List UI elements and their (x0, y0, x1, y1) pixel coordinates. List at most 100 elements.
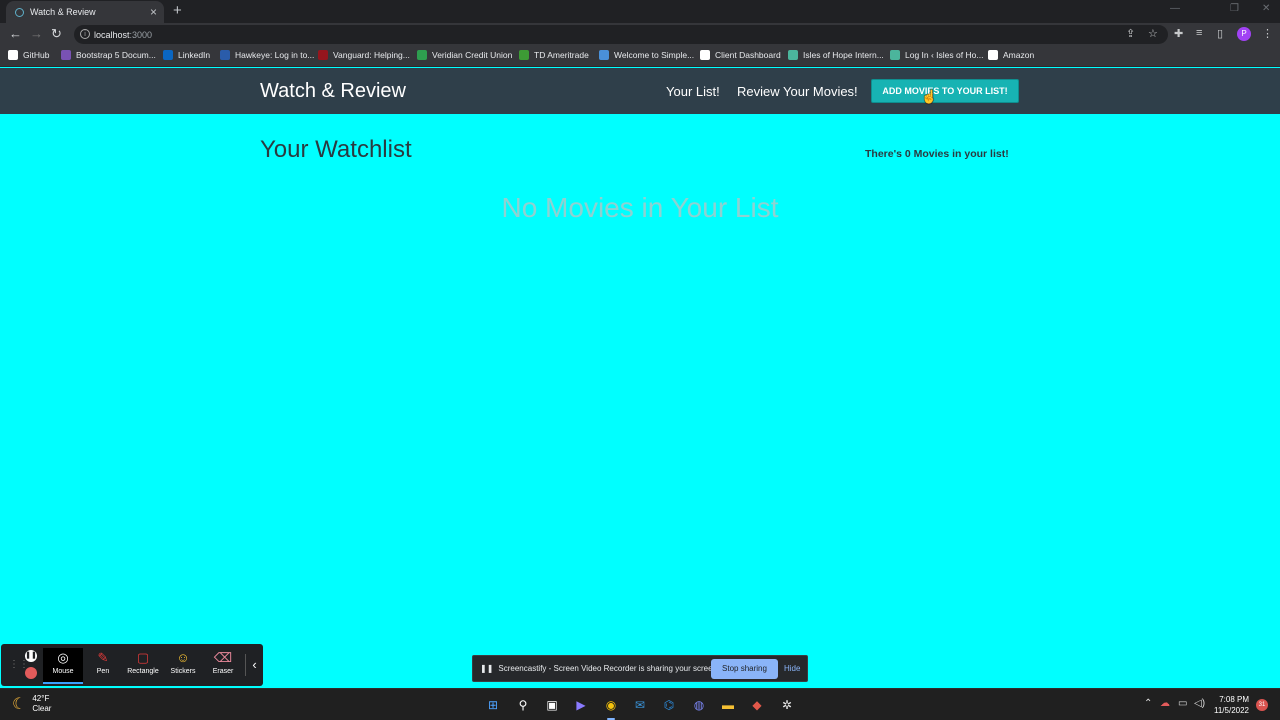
volume-icon[interactable]: ◁) (1194, 698, 1205, 709)
bookmark-item[interactable]: Veridian Credit Union (417, 50, 512, 60)
git-icon[interactable]: ◆ (748, 696, 766, 714)
hawkeye-icon (220, 50, 230, 60)
bookmark-label: Vanguard: Helping... (333, 50, 410, 60)
td-icon (519, 50, 529, 60)
bookmark-label: Hawkeye: Log in to... (235, 50, 315, 60)
amazon-icon (988, 50, 998, 60)
isles-icon (788, 50, 798, 60)
stop-record-icon[interactable] (25, 667, 37, 679)
new-tab-icon[interactable]: + (173, 2, 182, 19)
isles-icon (890, 50, 900, 60)
bookmark-item[interactable]: Isles of Hope Intern... (788, 50, 884, 60)
menu-icon[interactable]: ⋮ (1262, 27, 1273, 40)
profile-avatar[interactable]: P (1237, 27, 1251, 41)
add-movies-button[interactable]: ADD MOVIES TO YOUR LIST! (871, 79, 1019, 103)
tool-rectangle[interactable]: ▢ Rectangle (123, 648, 163, 684)
bookmark-item[interactable]: TD Ameritrade (519, 50, 589, 60)
tool-label: Rectangle (127, 668, 159, 675)
bookmark-item[interactable]: Vanguard: Helping... (318, 50, 410, 60)
sticker-icon: ☺ (176, 650, 190, 665)
screencastify-toolbar: ⋮⋮ ❚❚ ◎ Mouse ✎ Pen ▢ Rectangle ☺ Sticke… (1, 644, 263, 686)
movie-count: There's 0 Movies in your list! (865, 148, 1009, 160)
chrome-icon[interactable]: ◉ (602, 696, 620, 720)
pause-icon[interactable]: ❚❚ (25, 650, 37, 662)
mail-icon[interactable]: ✉ (631, 696, 649, 714)
teams-icon[interactable]: ▶ (572, 696, 590, 714)
bookmark-label: Amazon (1003, 50, 1035, 60)
task-view-icon[interactable]: ▣ (543, 696, 561, 714)
vscode-icon[interactable]: ⌬ (660, 696, 678, 714)
screen-sharing-bar: ❚❚ Screencastify - Screen Video Recorder… (472, 655, 808, 682)
back-icon[interactable]: ← (9, 26, 22, 41)
moon-icon: ☾ (12, 696, 27, 713)
tool-mouse[interactable]: ◎ Mouse (43, 648, 83, 684)
tray-overflow-icon[interactable]: ⌃ (1144, 698, 1152, 709)
close-tab-icon[interactable]: × (150, 5, 157, 19)
veridian-icon (417, 50, 427, 60)
bookmark-item[interactable]: Log In ‹ Isles of Ho... (890, 50, 983, 60)
bookmark-label: LinkedIn (178, 50, 211, 60)
bookmark-label: Bootstrap 5 Docum... (76, 50, 156, 60)
close-window-icon[interactable]: ✕ (1262, 3, 1270, 14)
slack-icon[interactable]: ✲ (778, 696, 796, 714)
simple-icon (599, 50, 609, 60)
brand-title[interactable]: Watch & Review (260, 80, 406, 103)
bookmark-label: Welcome to Simple... (614, 50, 695, 60)
bookmark-label: TD Ameritrade (534, 50, 589, 60)
media-icon[interactable]: ≡ (1196, 27, 1202, 39)
address-bar[interactable]: i localhost:3000 (74, 25, 1168, 44)
bookmark-label: Isles of Hope Intern... (803, 50, 884, 60)
tool-eraser[interactable]: ⌫ Eraser (203, 648, 243, 684)
pen-icon: ✎ (97, 650, 109, 665)
temperature: 42°F (32, 694, 50, 703)
tool-pen[interactable]: ✎ Pen (83, 648, 123, 684)
forward-icon[interactable]: → (30, 26, 43, 41)
bookmark-label: Veridian Credit Union (432, 50, 513, 60)
hide-link[interactable]: Hide (784, 664, 800, 673)
extensions-icon[interactable]: ✚ (1174, 27, 1183, 40)
app-navbar: Watch & Review Your List! Review Your Mo… (0, 68, 1280, 114)
tool-label: Mouse (52, 668, 74, 675)
rectangle-icon: ▢ (136, 650, 150, 665)
bookmark-item[interactable]: Bootstrap 5 Docum... (61, 50, 156, 60)
restore-icon[interactable]: ❐ (1230, 3, 1239, 14)
start-icon[interactable]: ⊞ (484, 696, 502, 714)
eraser-icon: ⌫ (213, 650, 233, 665)
nav-review-movies[interactable]: Review Your Movies! (737, 84, 858, 99)
search-icon[interactable]: ⚲ (514, 696, 532, 714)
bookmark-item[interactable]: Welcome to Simple... (599, 50, 694, 60)
discord-icon[interactable]: ◍ (690, 696, 708, 714)
bookmark-item[interactable]: GitHub (8, 50, 49, 60)
clock[interactable]: 7:08 PM 11/5/2022 (1214, 694, 1249, 716)
cloud-icon[interactable]: ☁ (1160, 698, 1170, 709)
browser-toolbar: ← → ↻ i localhost:3000 ⇪ ☆ ✚ ≡ ▯ ⋮ (0, 23, 1280, 46)
bookmark-item[interactable]: Client Dashboard (700, 50, 781, 60)
collapse-chevron-icon[interactable]: ‹ (245, 654, 263, 676)
react-favicon-icon (15, 7, 24, 17)
sharing-message: Screencastify - Screen Video Recorder is… (498, 664, 720, 673)
bookmark-item[interactable]: LinkedIn (163, 50, 210, 60)
minimize-icon[interactable]: — (1170, 3, 1180, 14)
reload-icon[interactable]: ↻ (51, 26, 62, 42)
tool-stickers[interactable]: ☺ Stickers (163, 648, 203, 684)
browser-tab[interactable]: Watch & Review × (6, 1, 164, 23)
bookmark-item[interactable]: Hawkeye: Log in to... (220, 50, 314, 60)
network-icon[interactable]: ▭ (1178, 698, 1187, 709)
tab-title: Watch & Review (30, 7, 96, 17)
weather-widget[interactable]: ☾ 42°F Clear (12, 694, 51, 714)
bookmark-item[interactable]: Amazon (988, 50, 1034, 60)
notification-badge[interactable]: 31 (1256, 699, 1268, 711)
nav-your-list[interactable]: Your List! (666, 84, 720, 99)
side-panel-icon[interactable]: ▯ (1217, 27, 1223, 40)
share-icon[interactable]: ⇪ (1126, 27, 1135, 40)
mouse-icon: ◎ (57, 650, 69, 665)
tool-label: Pen (96, 668, 110, 675)
file-explorer-icon[interactable]: ▬ (719, 696, 737, 714)
site-info-icon[interactable]: i (80, 29, 90, 39)
bootstrap-icon (61, 50, 71, 60)
client-icon (700, 50, 710, 60)
url-host: localhost (94, 29, 130, 40)
stop-sharing-button[interactable]: Stop sharing (711, 659, 778, 679)
bookmark-star-icon[interactable]: ☆ (1148, 27, 1158, 40)
bookmarks-bar: GitHub Bootstrap 5 Docum... LinkedIn Hawkey… (0, 46, 1280, 67)
